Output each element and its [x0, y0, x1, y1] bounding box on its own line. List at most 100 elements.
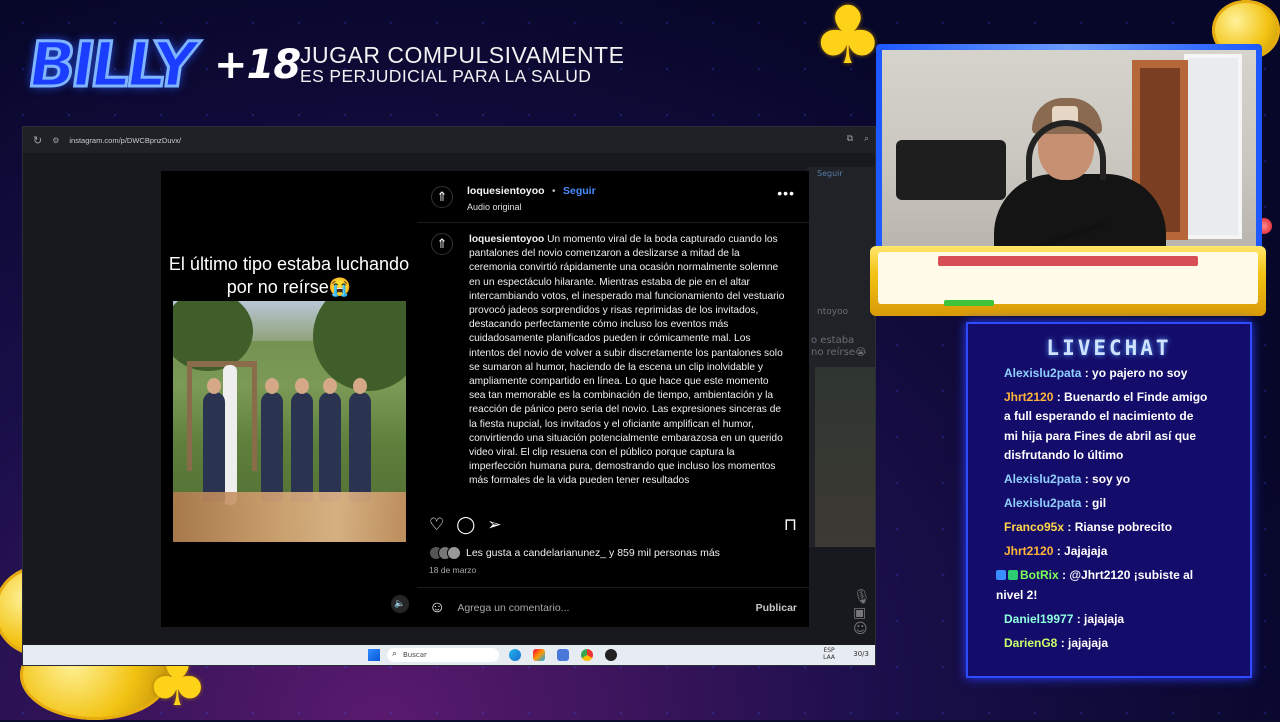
taskbar-date[interactable]: 30/3	[853, 650, 869, 658]
photo-person	[349, 378, 371, 502]
site-info-icon[interactable]: ⚙	[52, 136, 59, 145]
separator-dot: •	[552, 186, 556, 197]
chat-username[interactable]: BotRix	[1020, 568, 1059, 582]
photo-person	[319, 378, 341, 502]
photo-person	[261, 378, 283, 502]
browser-address-bar[interactable]: ↻ ⚙ instagram.com/p/DWCBpnzDuvx/ ⧉ ⌕	[23, 127, 875, 153]
warning-line-2: ES PERJUDICIAL PARA LA SALUD	[300, 66, 592, 86]
gold-banner	[870, 246, 1266, 316]
live-chat: LIVECHAT Alexislu2pata : yo pajero no so…	[966, 322, 1252, 678]
cam-window	[1184, 54, 1242, 239]
chat-username[interactable]: Daniel19977	[1004, 612, 1073, 626]
club-suit-decoration: ♣	[812, 0, 884, 82]
language-indicator[interactable]: ESP LAA	[823, 647, 835, 661]
billy-logo: BILLY	[22, 20, 200, 108]
taskbar-search[interactable]: Buscar	[387, 647, 499, 662]
chat-message: BotRix : @Jhrt2120 ¡subiste al nivel 2!	[996, 566, 1210, 605]
chat-message: Franco95x : Rianse pobrecito	[1004, 518, 1210, 537]
video-overlay-caption: El último tipo estaba luchando por no re…	[168, 254, 410, 298]
comment-bar: ☺ Agrega un comentario... Publicar	[417, 587, 809, 627]
warning-line-1: JUGAR COMPULSIVAMENTE	[300, 42, 625, 68]
more-options-icon[interactable]: •••	[777, 185, 795, 201]
background-post-panel: Seguir ntoyoo o estaba no reírse😭	[807, 167, 875, 547]
chat-message: DarienG8 : jajajaja	[1004, 634, 1210, 653]
background-thumbnail	[815, 367, 875, 547]
caption-author-name[interactable]: loquesientoyoo	[469, 234, 544, 245]
author-username[interactable]: loquesientoyoo	[467, 185, 545, 197]
chat-username[interactable]: Franco95x	[1004, 520, 1064, 534]
caption-text: Un momento viral de la boda capturado cu…	[469, 234, 785, 487]
post-header: ⇑ loquesientoyoo • Seguir Audio original…	[417, 171, 809, 223]
reload-icon[interactable]: ↻	[33, 134, 42, 147]
chat-username[interactable]: Alexislu2pata	[1004, 496, 1081, 510]
banner-green-strip	[944, 300, 994, 306]
caption-body: loquesientoyoo Un momento viral de la bo…	[469, 233, 785, 495]
webcam-feed	[882, 50, 1256, 248]
bot-badge-icon	[996, 570, 1006, 581]
language-top: ESP	[823, 647, 835, 654]
follow-button[interactable]: Seguir	[563, 185, 596, 197]
post-caption: ⇑ loquesientoyoo Un momento viral de la …	[431, 233, 785, 495]
app-icon[interactable]	[605, 649, 617, 661]
chat-username[interactable]: DarienG8	[1004, 636, 1057, 650]
comment-icon[interactable]: ◯	[456, 515, 475, 535]
emoji-icon[interactable]: ☺	[429, 599, 445, 617]
post-media[interactable]: El último tipo estaba luchando por no re…	[161, 171, 417, 627]
comment-input[interactable]: Agrega un comentario...	[457, 602, 569, 614]
photo-guests	[173, 492, 406, 542]
photo-person	[203, 378, 225, 502]
wedding-video-frame[interactable]	[173, 301, 406, 542]
chat-username[interactable]: Alexislu2pata	[1004, 366, 1081, 380]
background-follow-label: Seguir	[817, 169, 843, 178]
banner-panel	[878, 252, 1258, 306]
photo-person	[291, 378, 313, 502]
chat-message: Jhrt2120 : Jajajaja	[1004, 542, 1210, 561]
photo-drape	[223, 365, 237, 505]
windows-taskbar: Buscar ESPLAA 30/3	[23, 645, 875, 665]
background-username: ntoyoo	[817, 307, 849, 317]
streamer-body	[994, 174, 1166, 248]
url-text[interactable]: instagram.com/p/DWCBpnzDuvx/	[69, 136, 181, 145]
chat-message: Alexislu2pata : yo pajero no soy	[1004, 364, 1210, 383]
post-date[interactable]: 18 de marzo	[429, 565, 476, 575]
chat-username[interactable]: Alexislu2pata	[1004, 472, 1081, 486]
audio-label[interactable]: Audio original	[467, 202, 596, 212]
background-message-icons: 🎙 ▣ ☺	[853, 589, 871, 637]
app-icon[interactable]	[533, 649, 545, 661]
chat-username[interactable]: Jhrt2120	[1004, 544, 1053, 558]
chat-text: : Rianse pobrecito	[1064, 520, 1173, 535]
author-avatar[interactable]: ⇑	[431, 185, 453, 208]
like-icon[interactable]: ♡	[429, 515, 444, 535]
likes-text[interactable]: Les gusta a candelarianunez_ y 859 mil p…	[466, 547, 720, 559]
verified-badge-icon	[1008, 570, 1018, 581]
post-sidebar: ⇑ loquesientoyoo • Seguir Audio original…	[417, 171, 809, 627]
age-restriction-label: +18	[214, 42, 301, 88]
chat-text: : gil	[1081, 496, 1107, 511]
chat-text: : jajajaja	[1057, 635, 1109, 650]
author-info: loquesientoyoo • Seguir Audio original	[467, 181, 596, 212]
bookmark-icon[interactable]: ⊓	[784, 515, 797, 535]
chat-message: Daniel19977 : jajajaja	[1004, 610, 1210, 629]
chat-message: Alexislu2pata : gil	[1004, 494, 1210, 513]
share-icon[interactable]: ➢	[487, 515, 501, 535]
caption-author-avatar[interactable]: ⇑	[431, 233, 453, 255]
post-actions: ♡ ◯ ➢ ⊓	[429, 515, 797, 535]
chrome-icon[interactable]	[581, 649, 593, 661]
zoom-icon[interactable]: ⌕	[864, 134, 869, 144]
publish-button[interactable]: Publicar	[756, 602, 797, 614]
likes-summary[interactable]: Les gusta a candelarianunez_ y 859 mil p…	[429, 546, 720, 560]
mute-icon[interactable]: 🔈	[391, 595, 409, 613]
chat-messages: Alexislu2pata : yo pajero no soy Jhrt2120…	[996, 364, 1210, 658]
chat-text: : jajajaja	[1073, 611, 1125, 626]
install-app-icon[interactable]: ⧉	[847, 134, 853, 144]
liker-avatar	[447, 546, 461, 560]
background-caption: o estaba no reírse😭	[811, 335, 867, 358]
windows-start-icon[interactable]	[368, 649, 380, 661]
gambling-warning: JUGAR COMPULSIVAMENTE ES PERJUDICIAL PAR…	[300, 44, 624, 86]
live-chat-title: LIVECHAT	[1046, 336, 1172, 360]
store-icon[interactable]	[557, 649, 569, 661]
chat-text: : Jajajaja	[1053, 544, 1108, 559]
logo-text: BILLY	[22, 26, 200, 102]
edge-icon[interactable]	[509, 649, 521, 661]
chat-username[interactable]: Jhrt2120	[1004, 390, 1053, 404]
